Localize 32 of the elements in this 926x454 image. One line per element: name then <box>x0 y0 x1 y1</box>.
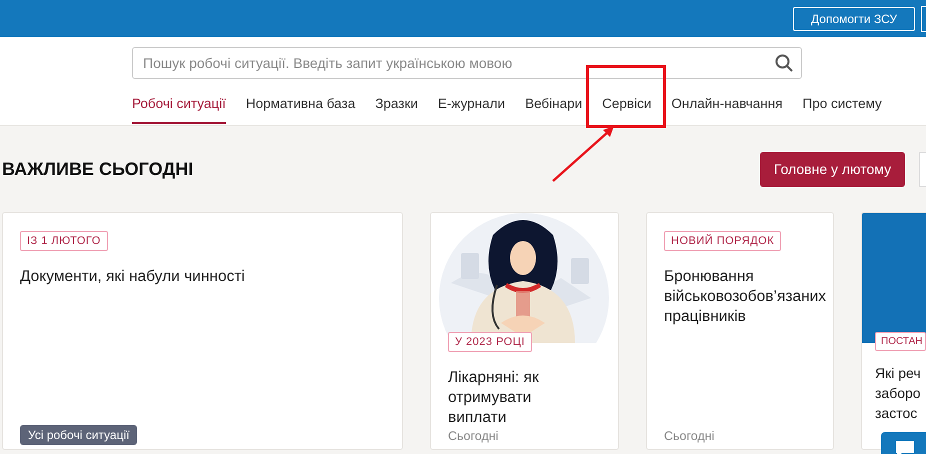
nav-tab[interactable]: Робочі ситуації <box>132 92 226 124</box>
card-title: Бронювання військовозобов’язаних працівників <box>664 267 826 327</box>
chat-icon <box>895 440 915 454</box>
search-icon[interactable] <box>775 54 793 72</box>
card[interactable]: ПОСТАН Які реч заборо застос <box>861 212 926 450</box>
highlights-button[interactable]: Головне у лютому <box>760 152 905 186</box>
card-date: Сьогодні <box>664 429 714 443</box>
arrow <box>552 126 614 182</box>
card-title-line: заборо <box>875 384 921 403</box>
category-tag: У 2023 РОЦІ <box>448 332 532 352</box>
card-date: Сьогодні <box>448 429 498 443</box>
nav-tab[interactable]: Нормативна база <box>246 92 356 124</box>
card[interactable]: У 2023 РОЦІ Лікарняні: як отримувати виплати Сьогодні <box>430 212 619 450</box>
category-tag: ПОСТАН <box>875 332 926 351</box>
nav-tab[interactable]: Сервіси <box>602 92 652 124</box>
nav-tab[interactable]: Зразки <box>375 92 418 124</box>
card[interactable]: НОВИЙ ПОРЯДОК Бронювання військовозобов’язаних працівників Сьогодні <box>646 212 834 450</box>
search-field[interactable]: Пошук робочі ситуації. Введіть запит українською мовою <box>132 47 802 79</box>
category-tag: ІЗ 1 ЛЮТОГО <box>20 231 108 251</box>
card-title-line: Які реч <box>875 364 921 383</box>
section-title: ВАЖЛИВЕ СЬОГОДНІ <box>2 158 194 180</box>
nav-tab[interactable]: Е-журнали <box>438 92 506 124</box>
card-title: Документи, які набули чинності <box>20 267 245 287</box>
all-situations-button[interactable]: Усі робочі ситуації <box>20 425 138 445</box>
category-tag: НОВИЙ ПОРЯДОК <box>664 231 782 251</box>
card-title: Лікарняні: як отримувати виплати <box>448 368 540 428</box>
donate-button[interactable]: Допомогти ЗСУ <box>793 6 915 30</box>
nav-tab[interactable]: Онлайн-навчання <box>671 92 783 124</box>
card[interactable]: ІЗ 1 ЛЮТОГО Документи, які набули чинності Усі робочі ситуації <box>2 212 403 450</box>
nav-tab[interactable]: Вебінари <box>525 92 582 124</box>
nav-tab[interactable]: Про систему <box>802 92 882 124</box>
card-title-line: застос <box>875 404 918 423</box>
